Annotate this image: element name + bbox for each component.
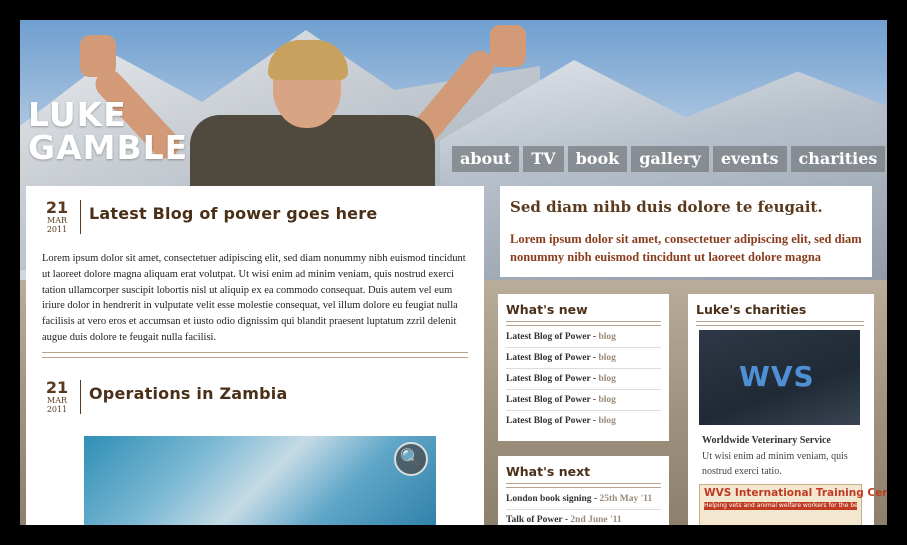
- item-label: Latest Blog of Power: [506, 353, 591, 363]
- charity-banner[interactable]: WVS International Training Centre Helpin…: [699, 484, 887, 525]
- item-label: London book signing: [506, 494, 592, 504]
- charity-image-text: WVS: [739, 360, 815, 393]
- whats-new-list: Latest Blog of Power - blog Latest Blog …: [506, 327, 661, 431]
- item-tag: blog: [598, 416, 616, 426]
- widget-rule: [506, 321, 661, 326]
- blog-post: 21 MAR 2011 Operations in Zambia: [42, 380, 470, 420]
- post-day: 21: [45, 378, 69, 397]
- item-label: Latest Blog of Power: [506, 374, 591, 384]
- list-item[interactable]: Latest Blog of Power - blog: [506, 348, 661, 369]
- post-year: 2011: [46, 225, 68, 234]
- widget-rule: [506, 483, 661, 488]
- nav-events[interactable]: events: [712, 146, 787, 172]
- post-month: MAR: [47, 396, 67, 405]
- widget-rule: [696, 321, 864, 326]
- logo-line-1: LUKE: [28, 95, 127, 134]
- logo-line-2: GAMBLE: [28, 128, 189, 167]
- item-tag: blog: [598, 395, 616, 405]
- post-body: Lorem ipsum dolor sit amet, consectetuer…: [42, 253, 466, 343]
- list-item[interactable]: Latest Blog of Power - blog: [506, 369, 661, 390]
- page: LUKE GAMBLE about TV book gallery events…: [20, 20, 887, 525]
- item-label: Talk of Power: [506, 515, 563, 525]
- item-label: Latest Blog of Power: [506, 332, 591, 342]
- list-item[interactable]: Latest Blog of Power - blog: [506, 390, 661, 411]
- list-item[interactable]: London book signing - 25th May '11: [506, 489, 661, 510]
- main-nav: about TV book gallery events charities: [452, 146, 886, 172]
- whats-next-list: London book signing - 25th May '11 Talk …: [506, 489, 661, 525]
- item-tag: 2nd June '11: [570, 515, 622, 525]
- site-logo[interactable]: LUKE GAMBLE: [28, 98, 188, 164]
- charities-widget: Luke's charities WVS Worldwide Veterinar…: [688, 294, 887, 525]
- callout-heading: Sed diam nihb duis dolore te feugait.: [510, 198, 823, 216]
- zoom-icon[interactable]: 🔍: [394, 442, 428, 476]
- nav-gallery[interactable]: gallery: [631, 146, 709, 172]
- item-label: Latest Blog of Power: [506, 416, 591, 426]
- item-tag: blog: [598, 332, 616, 342]
- nav-tv[interactable]: TV: [523, 146, 564, 172]
- post-photo[interactable]: 🔍: [84, 436, 436, 525]
- post-title[interactable]: Latest Blog of power goes here: [89, 204, 377, 223]
- post-divider: [42, 352, 468, 358]
- post-year: 2011: [46, 405, 68, 414]
- charity-name[interactable]: Worldwide Veterinary Service: [702, 435, 831, 446]
- item-tag: 25th May '11: [599, 494, 653, 504]
- charity-image[interactable]: WVS: [699, 330, 860, 425]
- nav-about[interactable]: about: [452, 146, 520, 172]
- post-date: 21 MAR 2011: [42, 200, 81, 234]
- blog-column: 21 MAR 2011 Latest Blog of power goes he…: [26, 186, 484, 525]
- post-day: 21: [45, 198, 69, 217]
- widget-title: What's next: [506, 464, 591, 479]
- list-item[interactable]: Talk of Power - 2nd June '11: [506, 510, 661, 525]
- widget-title: What's new: [506, 302, 588, 317]
- item-label: Latest Blog of Power: [506, 395, 591, 405]
- post-month: MAR: [47, 216, 67, 225]
- post-title[interactable]: Operations in Zambia: [89, 384, 287, 403]
- whats-next-widget: What's next London book signing - 25th M…: [498, 456, 669, 525]
- banner-title: WVS International Training Centre: [704, 487, 887, 499]
- charity-description: Ut wisi enim ad minim veniam, quis nostr…: [702, 451, 848, 477]
- widget-title: Luke's charities: [696, 302, 807, 317]
- banner-subtitle: Helping vets and animal welfare workers …: [704, 502, 857, 510]
- nav-book[interactable]: book: [567, 146, 628, 172]
- item-tag: blog: [598, 353, 616, 363]
- intro-callout: Sed diam nihb duis dolore te feugait. Lo…: [500, 186, 872, 277]
- blog-post: 21 MAR 2011 Latest Blog of power goes he…: [42, 200, 470, 360]
- nav-charities[interactable]: charities: [790, 146, 886, 172]
- list-item[interactable]: Latest Blog of Power - blog: [506, 327, 661, 348]
- whats-new-widget: What's new Latest Blog of Power - blog L…: [498, 294, 669, 441]
- item-tag: blog: [598, 374, 616, 384]
- list-item[interactable]: Latest Blog of Power - blog: [506, 411, 661, 431]
- callout-text: Lorem ipsum dolor sit amet, consectetuer…: [510, 232, 862, 264]
- hero-fist-right: [490, 25, 526, 67]
- post-date: 21 MAR 2011: [42, 380, 81, 414]
